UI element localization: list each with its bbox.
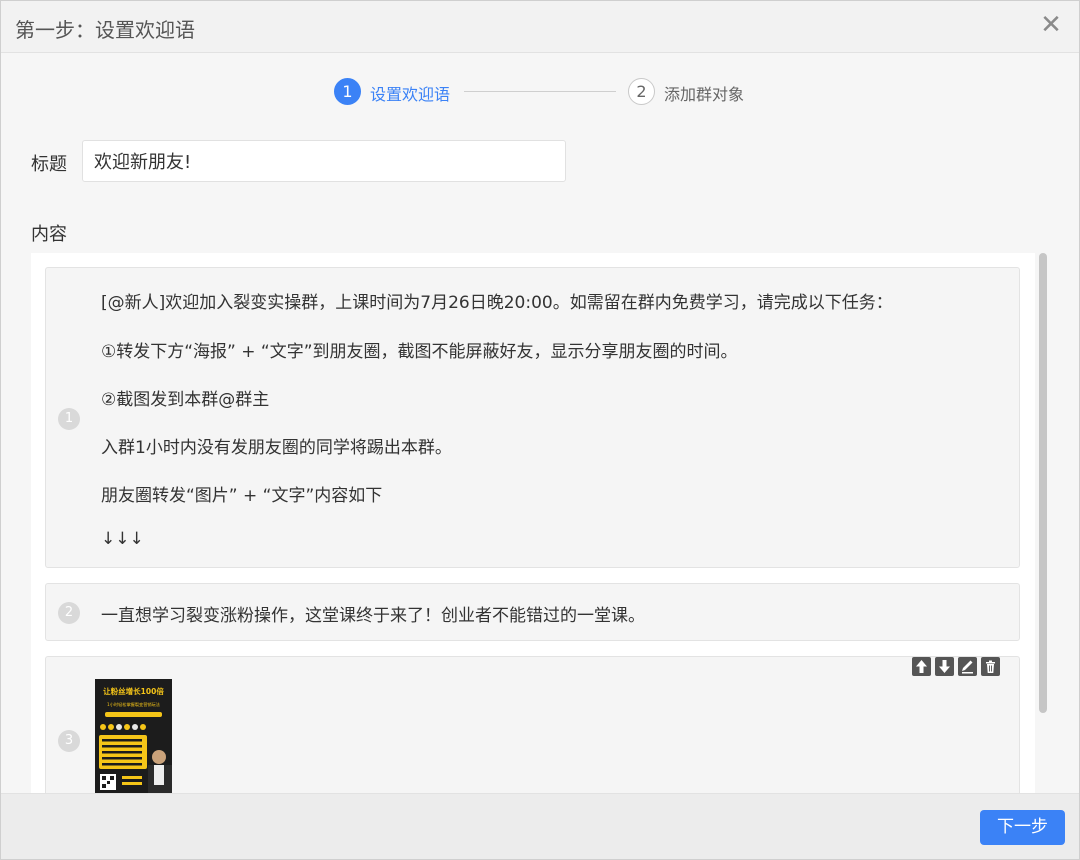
message-card-1[interactable]: 1 [@新人]欢迎加入裂变实操群，上课时间为7月26日晚20:00。如需留在群内… — [45, 267, 1020, 568]
step-1-label: 设置欢迎语 — [370, 85, 451, 104]
content-label: 内容 — [31, 224, 67, 245]
message-line: ↓↓↓ — [101, 529, 144, 549]
step-2-label: 添加群对象 — [664, 85, 745, 104]
close-button[interactable]: ✕ — [1037, 11, 1065, 39]
dialog-header: 第一步：设置欢迎语 ✕ — [1, 1, 1079, 53]
close-icon: ✕ — [1040, 10, 1062, 40]
next-step-button[interactable]: 下一步 — [980, 810, 1065, 845]
message-card-2[interactable]: 2 一直想学习裂变涨粉操作，这堂课终于来了！创业者不能错过的一堂课。 — [45, 583, 1020, 641]
arrow-up-icon[interactable] — [912, 657, 931, 676]
message-list[interactable]: 1 [@新人]欢迎加入裂变实操群，上课时间为7月26日晚20:00。如需留在群内… — [31, 253, 1035, 793]
message-line: 朋友圈转发“图片” + “文字”内容如下 — [101, 486, 383, 506]
message-index: 2 — [58, 602, 80, 624]
arrow-down-icon[interactable] — [935, 657, 954, 676]
edit-icon[interactable] — [958, 657, 977, 676]
message-index: 3 — [58, 730, 80, 752]
title-input[interactable] — [82, 140, 566, 182]
poster-headline: 让粉丝增长100倍 — [103, 686, 164, 696]
message-card-3[interactable]: 3 让粉丝增长100倍 1小时轻松掌握裂变营销玩法 — [45, 656, 1020, 793]
message-index: 1 — [58, 408, 80, 430]
poster-subline: 1小时轻松掌握裂变营销玩法 — [107, 701, 160, 708]
title-label: 标题 — [31, 154, 67, 175]
stepper: 1 设置欢迎语 2 添加群对象 — [334, 78, 754, 106]
dialog-footer: 下一步 — [1, 793, 1079, 859]
message-line: ①转发下方“海报” + “文字”到朋友圈，截图不能屏蔽好友，显示分享朋友圈的时间… — [101, 342, 738, 362]
dialog: 第一步：设置欢迎语 ✕ 1 设置欢迎语 2 添加群对象 标题 内容 1 [@新人… — [0, 0, 1080, 860]
trash-icon[interactable] — [981, 657, 1000, 676]
message-line: 一直想学习裂变涨粉操作，这堂课终于来了！创业者不能错过的一堂课。 — [101, 606, 645, 626]
message-line: [@新人]欢迎加入裂变实操群，上课时间为7月26日晚20:00。如需留在群内免费… — [101, 293, 893, 313]
poster-image[interactable]: 让粉丝增长100倍 1小时轻松掌握裂变营销玩法 — [95, 679, 172, 793]
step-2-number: 2 — [628, 78, 655, 105]
scrollbar[interactable] — [1039, 253, 1047, 713]
dialog-title: 第一步：设置欢迎语 — [15, 18, 195, 42]
step-1-number: 1 — [334, 78, 361, 105]
message-line: 入群1小时内没有发朋友圈的同学将踢出本群。 — [101, 438, 452, 458]
message-line: ②截图发到本群@群主 — [101, 390, 270, 410]
step-connector — [464, 91, 616, 92]
